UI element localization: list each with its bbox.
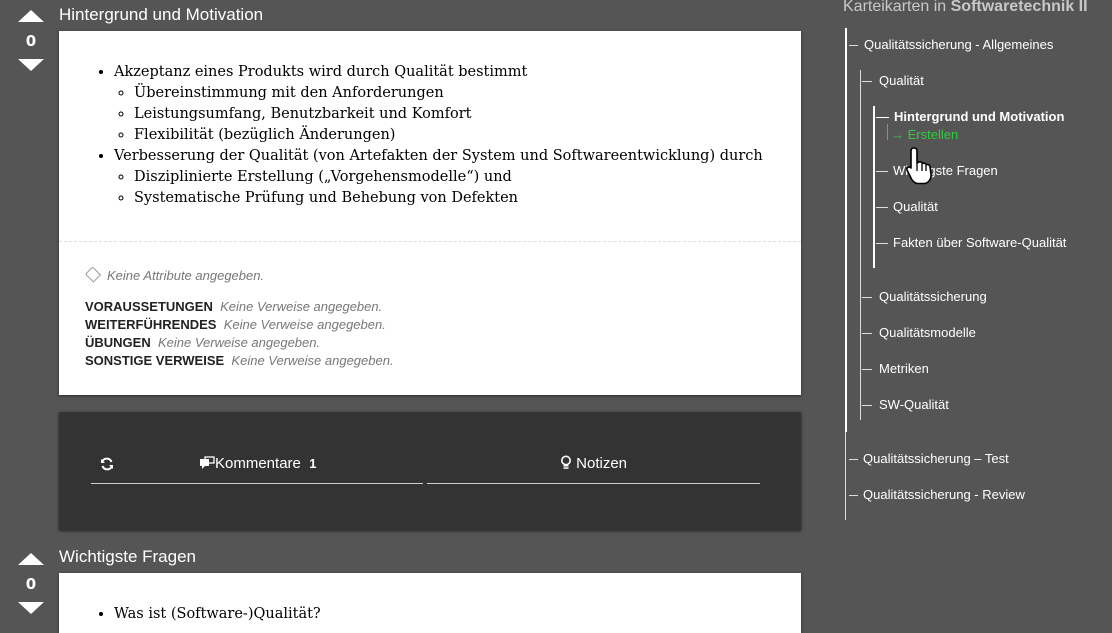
sidebar-item-qualitaet[interactable]: Qualität bbox=[879, 73, 924, 88]
tree-line bbox=[862, 297, 872, 298]
sidebar-item-qs-review[interactable]: Qualitätssicherung - Review bbox=[863, 487, 1025, 502]
hand-pointer-icon bbox=[905, 147, 932, 185]
reference-label: ÜBUNGEN bbox=[85, 335, 151, 350]
reference-label: VORAUSSETUNGEN bbox=[85, 299, 213, 314]
notes-label: Notizen bbox=[576, 455, 628, 472]
tag-icon bbox=[84, 266, 102, 283]
sidebar-item-qualitaet-2[interactable]: Qualität bbox=[893, 199, 938, 214]
tree-line bbox=[876, 171, 888, 172]
reference-row: ÜBUNGEN Keine Verweise angegeben. bbox=[85, 334, 801, 352]
tree-line bbox=[873, 106, 875, 268]
tree-line bbox=[876, 207, 888, 208]
attributes-empty-text: Keine Attribute angegeben. bbox=[107, 268, 265, 283]
reference-row: VORAUSSETUNGEN Keine Verweise angegeben. bbox=[85, 298, 801, 316]
list-item: Was ist (Software-)Qualität? bbox=[114, 604, 801, 625]
sidebar-item-sw-qualitaet[interactable]: SW-Qualität bbox=[879, 397, 949, 412]
tree-line bbox=[849, 495, 858, 496]
upvote-arrow-icon[interactable] bbox=[18, 553, 44, 565]
tree-line bbox=[876, 243, 888, 244]
lightbulb-icon bbox=[560, 455, 571, 469]
tree-line bbox=[876, 117, 889, 118]
reference-row: SONSTIGE VERWEISE Keine Verweise angegeb… bbox=[85, 352, 801, 370]
sidebar-item-qs-allgemeines[interactable]: Qualitätssicherung - Allgemeines bbox=[864, 37, 1053, 52]
flashcard: Akzeptanz eines Produkts wird durch Qual… bbox=[59, 31, 801, 395]
list-item: Flexibilität (bezüglich Änderungen) bbox=[134, 125, 801, 146]
card-title[interactable]: Hintergrund und Motivation bbox=[59, 5, 263, 25]
list-item: Verbesserung der Qualität (von Artefakte… bbox=[114, 146, 801, 209]
tree-line bbox=[862, 333, 872, 334]
card-meta: Keine Attribute angegeben. VORAUSSETUNGE… bbox=[59, 242, 801, 370]
card-content: Akzeptanz eines Produkts wird durch Qual… bbox=[59, 31, 801, 242]
sidebar-item-metriken[interactable]: Metriken bbox=[879, 361, 929, 376]
comments-icon bbox=[200, 456, 215, 469]
list-item: Leistungsumfang, Benutzbarkeit und Komfo… bbox=[134, 104, 801, 125]
list-item: Disziplinierte Erstellung („Vorgehensmod… bbox=[134, 167, 801, 188]
sidebar-item-fakten[interactable]: Fakten über Software-Qualität bbox=[893, 235, 1066, 250]
vote-count: 0 bbox=[25, 32, 37, 50]
tab-refresh[interactable]: Kommentare 1 bbox=[91, 452, 423, 484]
attributes-row: Keine Attribute angegeben. bbox=[84, 266, 801, 283]
reference-empty-text: Keine Verweise angegeben. bbox=[223, 317, 386, 332]
reference-row: WEITERFÜHRENDES Keine Verweise angegeben… bbox=[85, 316, 801, 334]
tree-line bbox=[849, 45, 858, 46]
comments-count-badge: 1 bbox=[309, 456, 317, 471]
downvote-arrow-icon[interactable] bbox=[18, 59, 44, 71]
vote-widget: 0 bbox=[17, 10, 45, 71]
upvote-arrow-icon[interactable] bbox=[18, 10, 44, 22]
tree-line bbox=[862, 81, 872, 82]
tree-line bbox=[887, 124, 888, 140]
reference-empty-text: Keine Verweise angegeben. bbox=[231, 353, 394, 368]
comments-label: Kommentare bbox=[215, 455, 301, 472]
tree-line bbox=[845, 28, 847, 432]
downvote-arrow-icon[interactable] bbox=[18, 602, 44, 614]
tree-line bbox=[849, 459, 858, 460]
refresh-icon bbox=[101, 457, 113, 471]
sidebar-header-prefix: Karteikarten in bbox=[843, 0, 947, 15]
tree-line bbox=[862, 369, 872, 370]
reference-label: WEITERFÜHRENDES bbox=[85, 317, 217, 332]
tab-notes[interactable]: Notizen bbox=[427, 452, 760, 484]
sidebar-item-qualitaetssicherung[interactable]: Qualitätssicherung bbox=[879, 289, 987, 304]
tree-line bbox=[860, 70, 861, 420]
tree-line bbox=[862, 405, 872, 406]
sidebar-item-erstellen[interactable]: → Erstellen bbox=[891, 127, 958, 142]
flashcard: Was ist (Software-)Qualität? bbox=[59, 573, 801, 633]
sidebar-header-course: Softwaretechnik II bbox=[950, 0, 1088, 15]
reference-label: SONSTIGE VERWEISE bbox=[85, 353, 225, 368]
vote-widget: 0 bbox=[17, 553, 45, 614]
sidebar-item-hintergrund[interactable]: Hintergrund und Motivation bbox=[894, 109, 1064, 124]
card-title[interactable]: Wichtigste Fragen bbox=[59, 547, 196, 567]
vote-count: 0 bbox=[25, 575, 37, 593]
reference-empty-text: Keine Verweise angegeben. bbox=[157, 335, 321, 350]
reference-empty-text: Keine Verweise angegeben. bbox=[220, 299, 383, 314]
list-item: Systematische Prüfung und Behebung von D… bbox=[134, 188, 801, 209]
sidebar-header: Karteikarten in Softwaretechnik II bbox=[843, 0, 1088, 16]
list-item: Akzeptanz eines Produkts wird durch Qual… bbox=[114, 62, 801, 146]
list-item: Übereinstimmung mit den Anforderungen bbox=[134, 83, 801, 104]
sidebar-item-qs-test[interactable]: Qualitätssicherung – Test bbox=[863, 451, 1009, 466]
sidebar-item-qualitaetsmodelle[interactable]: Qualitätsmodelle bbox=[879, 325, 976, 340]
tab-comments[interactable]: Kommentare 1 bbox=[199, 452, 316, 476]
